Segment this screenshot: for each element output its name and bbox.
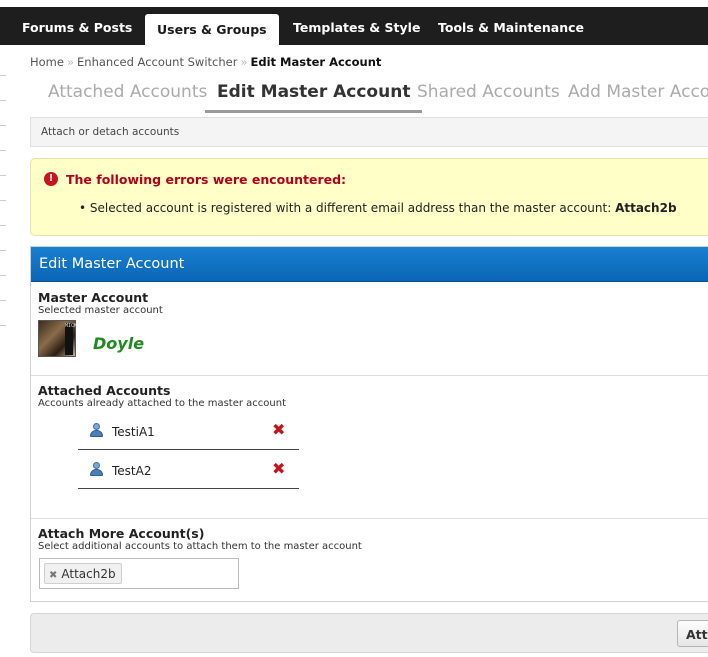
list-item: TestA2 ✖ <box>78 451 299 489</box>
remove-token-icon[interactable]: ✖ <box>49 570 57 581</box>
breadcrumb-separator: » <box>66 55 75 69</box>
breadcrumb-home[interactable]: Home <box>30 55 64 69</box>
delete-icon[interactable]: ✖ <box>272 459 285 478</box>
left-sidebar-edge <box>0 45 6 345</box>
avatar[interactable]: MICK <box>38 320 77 357</box>
nav-tab-tools-maintenance[interactable]: Tools & Maintenance <box>426 7 596 45</box>
attached-accounts-section: Attached Accounts Accounts already attac… <box>31 376 708 519</box>
attach-more-label: Attach More Account(s) <box>38 526 205 541</box>
attach-more-section: Attach More Account(s) Select additional… <box>31 519 708 601</box>
breadcrumb-account-switcher[interactable]: Enhanced Account Switcher <box>77 55 237 69</box>
breadcrumb-separator: » <box>240 55 248 69</box>
page-description: Attach or detach accounts <box>41 126 180 138</box>
user-icon <box>90 423 103 437</box>
nav-tab-templates-style[interactable]: Templates & Style <box>281 7 432 45</box>
error-account: Attach2b <box>615 201 677 215</box>
edit-master-account-form: Edit Master Account Master Account Selec… <box>30 246 708 602</box>
breadcrumb: Home» Enhanced Account Switcher» Edit Mast… <box>30 55 381 69</box>
nav-tab-forums-posts[interactable]: Forums & Posts <box>10 7 144 45</box>
nav-tab-users-groups[interactable]: Users & Groups <box>145 14 279 46</box>
error-message: Selected account is registered with a di… <box>89 201 612 215</box>
tab-add-master-account[interactable]: Add Master Account <box>556 82 708 113</box>
form-footer: Attach <box>30 613 708 653</box>
attached-accounts-label: Attached Accounts <box>38 383 171 398</box>
delete-icon[interactable]: ✖ <box>272 420 285 439</box>
attach-more-description: Select additional accounts to attach the… <box>38 541 362 552</box>
top-nav-bar: Forums & Posts Users & Groups Templates … <box>0 7 708 46</box>
account-token-input[interactable]: ✖ Attach2b <box>39 558 239 589</box>
attached-account-name[interactable]: TestA2 <box>112 464 151 478</box>
account-token-label: Attach2b <box>61 567 116 581</box>
attach-button[interactable]: Attach <box>677 620 708 647</box>
user-icon <box>90 462 103 476</box>
error-icon: ! <box>44 172 58 186</box>
form-title: Edit Master Account <box>31 247 708 282</box>
page-tabs: Attached Accounts Edit Master Account Sh… <box>36 82 708 114</box>
master-username[interactable]: Doyle <box>93 334 144 353</box>
avatar-text: MICK <box>65 323 77 355</box>
error-heading: The following errors were encountered: <box>66 172 347 187</box>
master-account-label: Master Account <box>38 290 149 305</box>
error-item: • Selected account is registered with a … <box>79 201 677 215</box>
list-item: TestiA1 ✖ <box>78 412 299 450</box>
attached-accounts-description: Accounts already attached to the master … <box>38 398 286 409</box>
tab-shared-accounts[interactable]: Shared Accounts <box>405 82 572 113</box>
page-description-bar: Attach or detach accounts <box>30 117 708 147</box>
master-account-description: Selected master account <box>38 305 163 316</box>
tab-attached-accounts[interactable]: Attached Accounts <box>36 82 219 113</box>
account-token: ✖ Attach2b <box>44 563 122 584</box>
tab-edit-master-account[interactable]: Edit Master Account <box>205 82 423 113</box>
breadcrumb-current: Edit Master Account <box>250 55 382 69</box>
error-box: ! The following errors were encountered:… <box>30 158 708 236</box>
master-account-section: Master Account Selected master account <box>31 283 708 376</box>
attached-account-name[interactable]: TestiA1 <box>112 425 155 439</box>
